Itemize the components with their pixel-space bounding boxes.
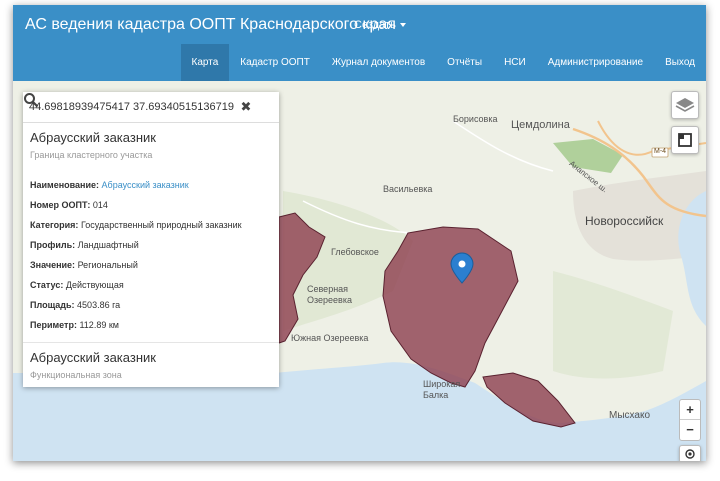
road-badge-label: М-4 xyxy=(654,148,667,155)
fullscreen-button[interactable] xyxy=(671,126,699,154)
menu-item-nsi[interactable]: НСИ xyxy=(493,44,537,81)
create-dropdown[interactable]: Создать xyxy=(354,19,406,31)
field-perimeter: Периметр: 112.89 км xyxy=(30,320,119,330)
field-value: Государственный природный заказник xyxy=(80,220,242,230)
main-menu: Карта Кадастр ООПТ Журнал документов Отч… xyxy=(180,44,707,81)
field-label: Периметр: xyxy=(30,320,77,330)
field-area: Площадь: 4503.86 га xyxy=(30,300,120,310)
map-label-yuzh-ozereevka: Южная Озереевка xyxy=(291,333,369,343)
menu-item-reports[interactable]: Отчёты xyxy=(436,44,493,81)
navbar: АС ведения кадастра ООПТ Краснодарского … xyxy=(13,5,706,81)
field-label: Категория: xyxy=(30,220,79,230)
field-label: Профиль: xyxy=(30,240,76,250)
app-window: АС ведения кадастра ООПТ Краснодарского … xyxy=(13,5,706,461)
map-label-cemdolina: Цемдолина xyxy=(511,119,570,131)
coordinate-search-input[interactable] xyxy=(29,97,235,117)
field-value: Действующая xyxy=(65,280,124,290)
menu-item-admin[interactable]: Администрирование xyxy=(537,44,654,81)
field-label: Статус: xyxy=(30,280,64,290)
map-label-shirokaya-balka: Широкая Балка xyxy=(423,379,461,400)
result-title-2[interactable]: Абраусский заказник xyxy=(30,350,156,365)
map-label-novorossiysk: Новороссийск xyxy=(585,214,664,228)
field-status: Статус: Действующая xyxy=(30,280,124,290)
map-canvas[interactable]: Борисовка Цемдолина Васильевка Новоросси… xyxy=(13,81,706,461)
result-subtitle-2: Функциональная зона xyxy=(30,370,122,380)
layers-icon xyxy=(675,98,695,112)
result-subtitle-1: Граница кластерного участка xyxy=(30,150,153,160)
close-icon[interactable]: ✖ xyxy=(239,99,253,115)
map-label-glebovskoe: Глебовское xyxy=(331,247,379,257)
map-label-vasilevka: Васильевка xyxy=(383,184,433,194)
map-label-borisovka: Борисовка xyxy=(453,114,498,124)
search-result-panel: ✖ Абраусский заказник Граница кластерног… xyxy=(23,92,279,387)
field-name-link[interactable]: Абраусский заказник xyxy=(102,180,189,190)
field-number: Номер ООПТ: 014 xyxy=(30,200,108,210)
field-label: Наименование: xyxy=(30,180,100,190)
result-divider xyxy=(23,342,279,343)
result-title-1[interactable]: Абраусский заказник xyxy=(30,130,156,145)
field-label: Значение: xyxy=(30,260,76,270)
field-name: Наименование: Абраусский заказник xyxy=(30,180,189,190)
layers-button[interactable] xyxy=(671,91,699,119)
field-value: 112.89 км xyxy=(79,320,119,330)
create-label: Создать xyxy=(354,19,396,31)
zoom-in-button[interactable]: + xyxy=(680,400,700,420)
menu-item-documents[interactable]: Журнал документов xyxy=(321,44,436,81)
caret-down-icon xyxy=(399,23,406,28)
field-value: 014 xyxy=(92,200,108,210)
map-label-sev-ozereevka: Северная Озереевка xyxy=(307,284,352,305)
menu-item-cadastre[interactable]: Кадастр ООПТ xyxy=(229,44,321,81)
field-value: Ландшафтный xyxy=(77,240,139,250)
field-value: 4503.86 га xyxy=(77,300,121,310)
zoom-out-button[interactable]: − xyxy=(680,420,700,440)
map-label-myshako: Мысхако xyxy=(609,410,651,421)
coordinate-search: ✖ xyxy=(23,92,279,123)
locate-button[interactable] xyxy=(679,445,701,461)
field-label: Номер ООПТ: xyxy=(30,200,91,210)
field-value: Региональный xyxy=(77,260,138,270)
field-category: Категория: Государственный природный зак… xyxy=(30,220,242,230)
field-profile: Профиль: Ландшафтный xyxy=(30,240,139,250)
locate-icon xyxy=(685,449,695,459)
app-title[interactable]: АС ведения кадастра ООПТ Краснодарского … xyxy=(25,16,396,34)
menu-item-map[interactable]: Карта xyxy=(180,44,230,81)
search-icon[interactable] xyxy=(23,92,39,108)
field-significance: Значение: Региональный xyxy=(30,260,138,270)
fullscreen-icon xyxy=(678,133,692,147)
field-label: Площадь: xyxy=(30,300,75,310)
menu-item-logout[interactable]: Выход xyxy=(654,44,706,81)
zoom-control: + − xyxy=(679,399,701,441)
